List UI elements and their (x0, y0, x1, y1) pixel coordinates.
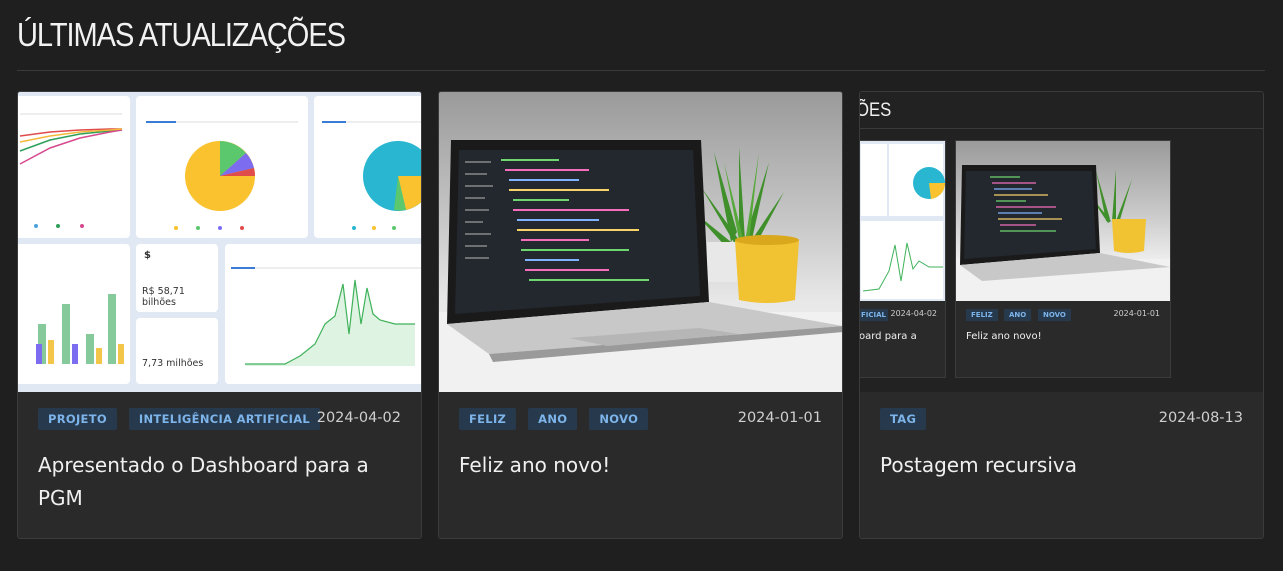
post-card-feliz-ano-novo[interactable]: FELIZ ANO NOVO 2024-01-01 Feliz ano novo! (438, 91, 843, 539)
post-meta: PROJETO INTELIGÊNCIA ARTIFICIAL 2024-04-0… (38, 408, 401, 432)
post-card-postagem-recursiva[interactable]: ÕES FICIAL 2024-04-02 oard para a (859, 91, 1264, 539)
mini-date: 2024-04-02 (890, 309, 938, 318)
post-card-dashboard[interactable]: $ R$ 58,71 bilhões 7,73 milhões PROJETO I… (17, 91, 422, 539)
mini-tag: NOVO (1038, 309, 1071, 321)
section-title: ÚLTIMAS ATUALIZAÇÕES (17, 16, 346, 53)
post-image-dashboard[interactable]: $ R$ 58,71 bilhões 7,73 milhões (18, 92, 421, 392)
kpi-value-1: R$ 58,71 bilhões (142, 286, 185, 308)
mini-title: Feliz ano novo! (966, 331, 1042, 342)
post-date: 2024-01-01 (737, 410, 822, 426)
post-title[interactable]: Feliz ano novo! (459, 449, 822, 482)
post-title[interactable]: Postagem recursiva (880, 449, 1243, 482)
kpi-value-2: 7,73 milhões (142, 358, 204, 369)
mini-tag: ANO (1004, 309, 1032, 321)
mini-title: oard para a (860, 331, 917, 342)
tag-tag[interactable]: TAG (880, 408, 927, 430)
post-meta: FELIZ ANO NOVO 2024-01-01 (459, 408, 822, 432)
mini-tag: FELIZ (966, 309, 998, 321)
section-divider (17, 70, 1265, 71)
kpi-icon: $ (144, 250, 151, 261)
post-date: 2024-08-13 (1158, 410, 1243, 426)
post-meta: TAG 2024-08-13 (880, 408, 1243, 432)
mini-tag: FICIAL (860, 309, 889, 321)
post-image-recursive[interactable]: ÕES FICIAL 2024-04-02 oard para a (860, 92, 1263, 392)
tag-ano[interactable]: ANO (528, 408, 578, 430)
tag-feliz[interactable]: FELIZ (459, 408, 517, 430)
recursive-heading: ÕES (860, 100, 892, 121)
tag-inteligencia-artificial[interactable]: INTELIGÊNCIA ARTIFICIAL (128, 408, 321, 430)
mini-date: 2024-01-01 (1113, 309, 1161, 318)
tag-novo[interactable]: NOVO (589, 408, 649, 430)
post-title[interactable]: Apresentado o Dashboard para a PGM (38, 449, 401, 515)
post-date: 2024-04-02 (316, 410, 401, 426)
post-image-laptop[interactable] (439, 92, 842, 392)
tag-projeto[interactable]: PROJETO (38, 408, 117, 430)
